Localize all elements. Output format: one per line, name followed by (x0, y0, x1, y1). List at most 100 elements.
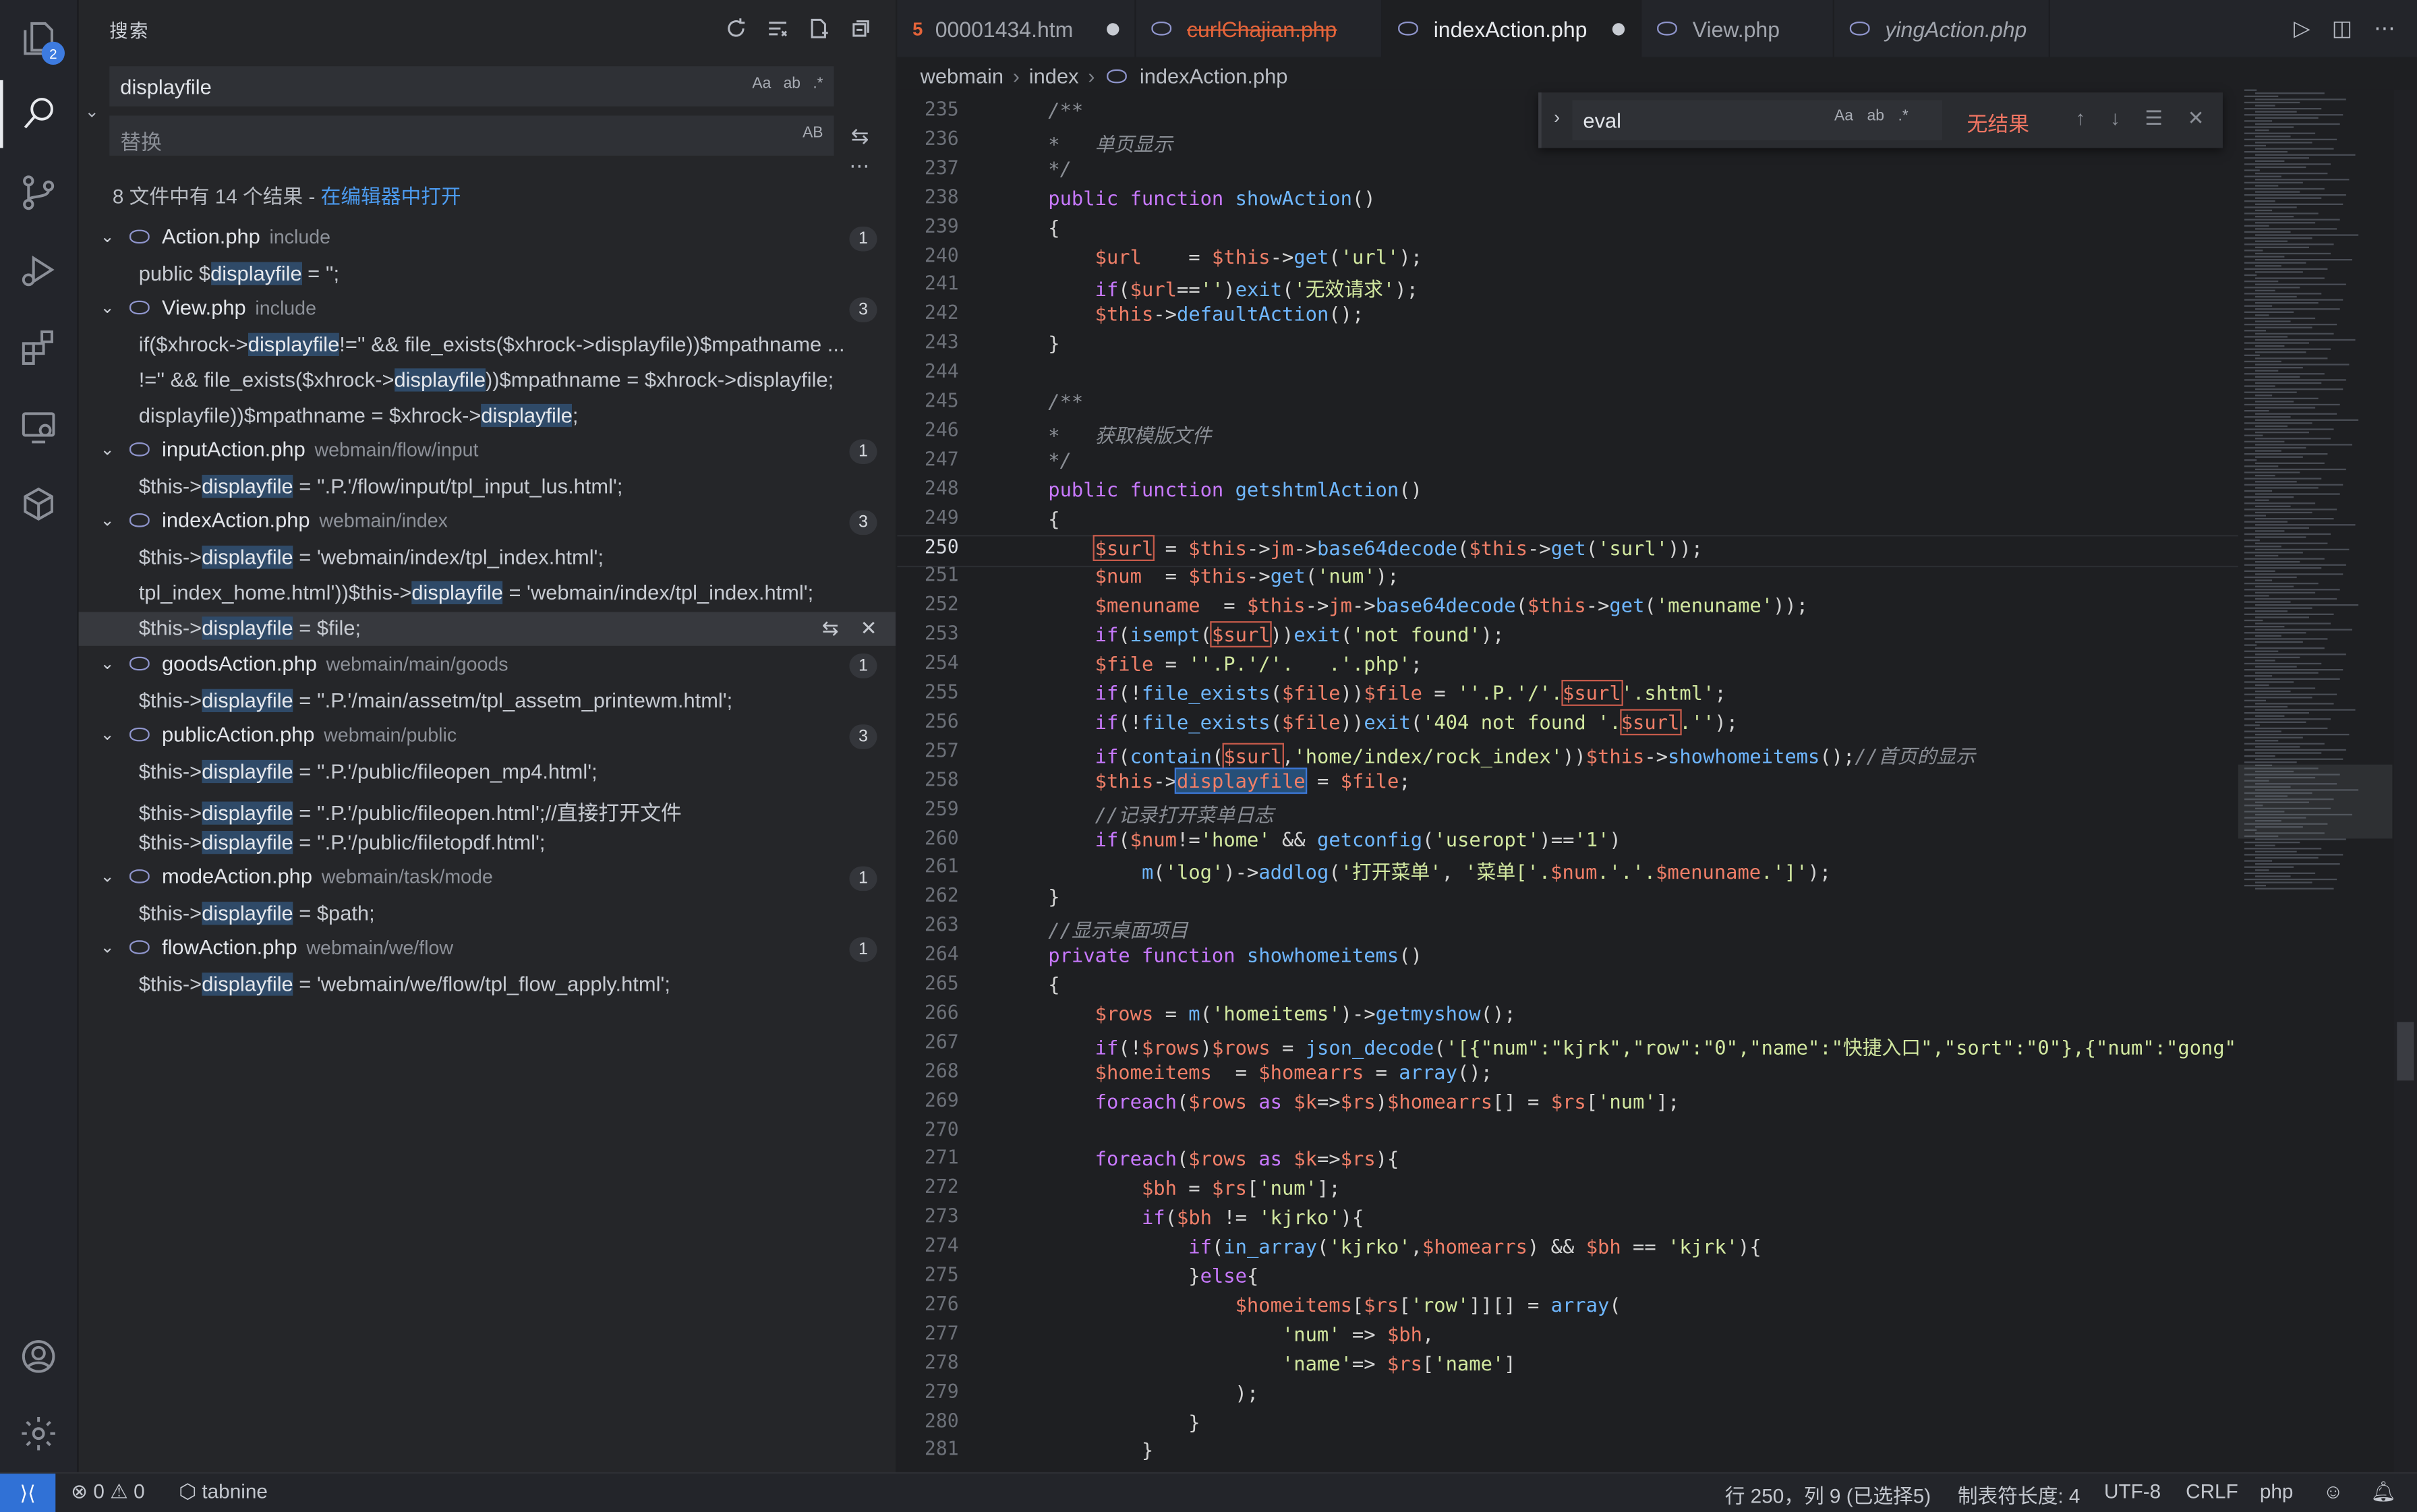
code-token: $rows (1212, 1035, 1271, 1059)
breadcrumb-item[interactable]: index (1029, 64, 1079, 87)
vertical-scrollbar[interactable] (2393, 89, 2417, 1472)
result-match-line[interactable]: $this->displayfile = 'webmain/index/tpl_… (139, 541, 887, 575)
error-icon: ⊗ (71, 1480, 88, 1503)
tab-1[interactable]: curlChajian.php (1136, 0, 1383, 57)
next-match-arrow-down-icon[interactable]: ↓ (2110, 107, 2120, 132)
result-match-line[interactable]: $this->displayfile = ''.P.'/public/fileo… (139, 791, 887, 825)
unsaved-dot-icon[interactable] (1107, 23, 1119, 36)
clear-results-icon[interactable] (763, 14, 790, 42)
result-match-line[interactable]: !='' && file_exists($xhrock->displayfile… (139, 364, 887, 397)
tabnine-status[interactable]: ⬡ tabnine (179, 1480, 268, 1505)
result-match-line[interactable]: tpl_index_home.html'))$this->displayfile… (139, 577, 887, 610)
tab-label: 00001434.htm (935, 16, 1074, 41)
replace-input[interactable]: 替换 AB (109, 115, 834, 156)
search-input[interactable]: displayfile Aa ab .* (109, 66, 834, 107)
result-file-row[interactable]: ⌄ goodsAction.php webmain/main/goods 1 (79, 649, 896, 682)
tab-3[interactable]: View.php (1641, 0, 1834, 57)
breadcrumb-item[interactable]: indexAction.php (1140, 64, 1288, 87)
explorer-icon[interactable]: 2 (16, 16, 65, 65)
result-match-line[interactable]: $this->displayfile = ''.P.'/main/assetm/… (139, 685, 887, 718)
search-icon[interactable] (16, 90, 62, 136)
refresh-icon[interactable] (722, 14, 749, 42)
php-file-icon (129, 940, 150, 954)
chevron-down-icon[interactable]: ⌄ (100, 937, 115, 957)
remote-indicator-icon[interactable]: ⟩⟨ (0, 1474, 56, 1512)
find-regex-toggle[interactable]: .* (1898, 108, 1909, 125)
remote-explorer-icon[interactable] (16, 404, 62, 450)
end-of-line[interactable]: CRLF (2186, 1480, 2238, 1503)
unsaved-dot-icon[interactable] (1612, 23, 1625, 36)
result-match-line[interactable]: displayfile))$mpathname = $xhrock->displ… (139, 399, 887, 433)
result-match-line[interactable]: $this->displayfile = 'webmain/we/flow/tp… (139, 968, 887, 1001)
replace-all-icon[interactable]: ⇆ (851, 123, 869, 150)
encoding[interactable]: UTF-8 (2104, 1480, 2161, 1503)
tab-4[interactable]: yingAction.php (1834, 0, 2050, 57)
result-match-line[interactable]: $this->displayfile = $path; (139, 897, 887, 931)
cube-icon[interactable] (16, 481, 62, 527)
minimap[interactable] (2238, 89, 2393, 1472)
more-options-icon[interactable]: ⋯ (849, 154, 869, 179)
result-match-line[interactable]: $this->displayfile = ''.P.'/flow/input/t… (139, 470, 887, 504)
settings-gear-icon[interactable] (16, 1410, 62, 1457)
minimap-viewport[interactable] (2238, 764, 2393, 839)
problems-indicator[interactable]: ⊗ 0 ⚠ 0 (71, 1480, 144, 1505)
toggle-replace-chevron-icon[interactable]: › (1554, 107, 1560, 128)
code-token: 'row' (1410, 1293, 1469, 1316)
match-highlight: displayfile (394, 368, 486, 392)
chevron-down-icon[interactable]: ⌄ (100, 297, 115, 317)
breadcrumb-item[interactable]: webmain (921, 64, 1003, 87)
new-search-editor-icon[interactable] (805, 14, 832, 42)
open-in-editor-link[interactable]: 在编辑器中打开 (321, 185, 461, 208)
notifications-bell-icon[interactable]: 🔔︎ (2370, 1480, 2396, 1505)
chevron-down-icon[interactable]: ⌄ (100, 227, 115, 246)
toggle-replace-chevron-icon[interactable]: ⌄ (85, 102, 99, 121)
previous-match-arrow-up-icon[interactable]: ↑ (2076, 107, 2086, 132)
chevron-down-icon[interactable]: ⌄ (100, 724, 115, 745)
result-file-row[interactable]: ⌄ View.php include 3 (79, 293, 896, 326)
find-match-word-toggle[interactable]: ab (1867, 108, 1884, 125)
match-case-toggle[interactable]: Aa (752, 76, 771, 92)
minimap-line (2254, 536, 2306, 538)
extensions-icon[interactable] (16, 324, 62, 370)
result-file-row[interactable]: ⌄ inputAction.php webmain/flow/input 1 (79, 435, 896, 469)
result-file-row[interactable]: ⌄ publicAction.php webmain/public 3 (79, 720, 896, 753)
feedback-icon[interactable]: ☺ (2323, 1480, 2343, 1503)
chevron-down-icon[interactable]: ⌄ (100, 867, 115, 886)
collapse-all-icon[interactable] (846, 14, 874, 42)
split-editor-icon[interactable]: ◫ (2332, 16, 2352, 42)
match-word-toggle[interactable]: ab (784, 76, 800, 92)
more-actions-icon[interactable]: ⋯ (2374, 16, 2395, 42)
chevron-down-icon[interactable]: ⌄ (100, 511, 115, 530)
account-icon[interactable] (16, 1333, 62, 1380)
chevron-down-icon[interactable]: ⌄ (100, 439, 115, 459)
result-file-row[interactable]: ⌄ indexAction.php webmain/index 3 (79, 506, 896, 540)
tab-2[interactable]: indexAction.php (1382, 0, 1642, 57)
replace-icon[interactable]: ⇆ (822, 616, 839, 641)
result-file-row[interactable]: ⌄ Action.php include 1 (79, 222, 896, 256)
close-icon[interactable]: ✕ (2188, 107, 2205, 132)
result-match-line[interactable]: $this->displayfile = ''.P.'/public/fileo… (139, 755, 887, 789)
chevron-down-icon[interactable]: ⌄ (100, 653, 115, 673)
result-match-line[interactable]: $this->displayfile = ''.P.'/public/filet… (139, 826, 887, 860)
code-editor[interactable]: 235 /** 236 * 单页显示 237 */ 238 public function s… (897, 89, 2417, 1472)
result-file-row[interactable]: ⌄ flowAction.php webmain/we/flow 1 (79, 933, 896, 966)
cursor-position[interactable]: 行 250，列 9 (已选择5) (1725, 1480, 1931, 1509)
tab-size[interactable]: 制表符长度: 4 (1958, 1480, 2080, 1509)
language-mode[interactable]: php (2260, 1480, 2294, 1503)
find-match-case-toggle[interactable]: Aa (1834, 108, 1853, 125)
run-icon[interactable]: ▷ (2294, 16, 2310, 42)
result-match-line[interactable]: public $displayfile = ''; (139, 258, 887, 291)
result-file-row[interactable]: ⌄ modeAction.php webmain/task/mode 1 (79, 862, 896, 896)
source-control-icon[interactable] (16, 169, 62, 216)
result-match-line[interactable]: $this->displayfile = $file; ⇆ ✕ (78, 612, 896, 646)
find-in-selection-icon[interactable]: ☰ (2145, 107, 2163, 132)
regex-toggle[interactable]: .* (813, 76, 823, 92)
run-debug-icon[interactable] (16, 247, 62, 293)
dismiss-close-icon[interactable]: ✕ (861, 616, 877, 641)
tab-0[interactable]: 5 00001434.htm (897, 0, 1136, 57)
result-match-line[interactable]: if($xhrock->displayfile!='' && file_exis… (139, 328, 887, 362)
scrollbar-thumb[interactable] (2397, 1022, 2414, 1081)
preserve-case-toggle[interactable]: AB (803, 125, 823, 142)
